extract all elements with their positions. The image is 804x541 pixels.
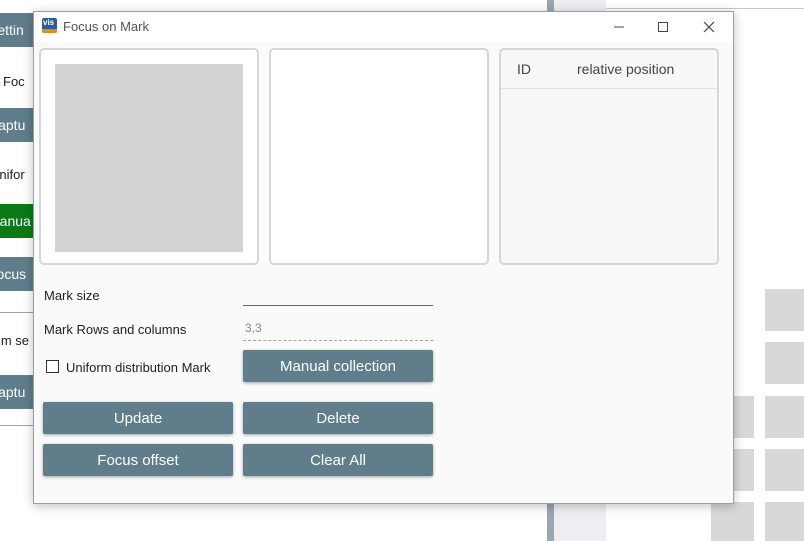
- mark-table: ID relative position: [499, 48, 719, 265]
- mark-image-panel: [39, 48, 259, 265]
- bg-grid-tile: [765, 342, 804, 384]
- rows-columns-value: 3,3: [245, 321, 262, 335]
- minimize-button[interactable]: [601, 16, 637, 38]
- mark-image-placeholder: [55, 64, 243, 252]
- update-button[interactable]: Update: [43, 402, 233, 434]
- clear-all-button[interactable]: Clear All: [243, 444, 433, 476]
- uniform-distribution-label[interactable]: Uniform distribution Mark: [66, 360, 211, 375]
- bg-divider: [0, 425, 36, 426]
- window-title: Focus on Mark: [63, 19, 149, 34]
- table-header: ID relative position: [501, 50, 717, 89]
- title-bar[interactable]: vis Focus on Mark: [34, 12, 733, 42]
- bg-grid-tile: [765, 449, 804, 491]
- manual-collection-button[interactable]: Manual collection: [243, 350, 433, 382]
- bg-text: ls Foc: [0, 74, 25, 89]
- uniform-distribution-checkbox[interactable]: [46, 360, 59, 373]
- rows-columns-label: Mark Rows and columns: [44, 322, 187, 337]
- focus-offset-button[interactable]: Focus offset: [43, 444, 233, 476]
- maximize-button[interactable]: [645, 16, 681, 38]
- preview-image-panel: [269, 48, 489, 265]
- bg-text: Unifor: [0, 167, 25, 182]
- bg-grid-tile: [765, 396, 804, 438]
- column-header-id[interactable]: ID: [517, 61, 531, 77]
- column-header-relative-position[interactable]: relative position: [577, 61, 674, 77]
- mark-size-label: Mark size: [44, 288, 100, 303]
- app-logo-icon: vis: [42, 18, 57, 33]
- delete-button[interactable]: Delete: [243, 402, 433, 434]
- bg-grid-tile: [765, 289, 804, 331]
- bg-grid-tile: [765, 502, 804, 541]
- bg-grid-tile: [711, 502, 754, 541]
- mark-size-input[interactable]: [243, 285, 433, 306]
- bg-divider: [0, 312, 36, 313]
- maximize-icon: [658, 22, 668, 32]
- close-button[interactable]: [691, 16, 727, 38]
- bg-text: thm se: [0, 333, 30, 348]
- close-icon: [703, 21, 715, 33]
- focus-on-mark-window: vis Focus on Mark ID relative position M…: [33, 11, 734, 504]
- rows-columns-input[interactable]: 3,3: [243, 320, 433, 341]
- minimize-icon: [614, 26, 624, 28]
